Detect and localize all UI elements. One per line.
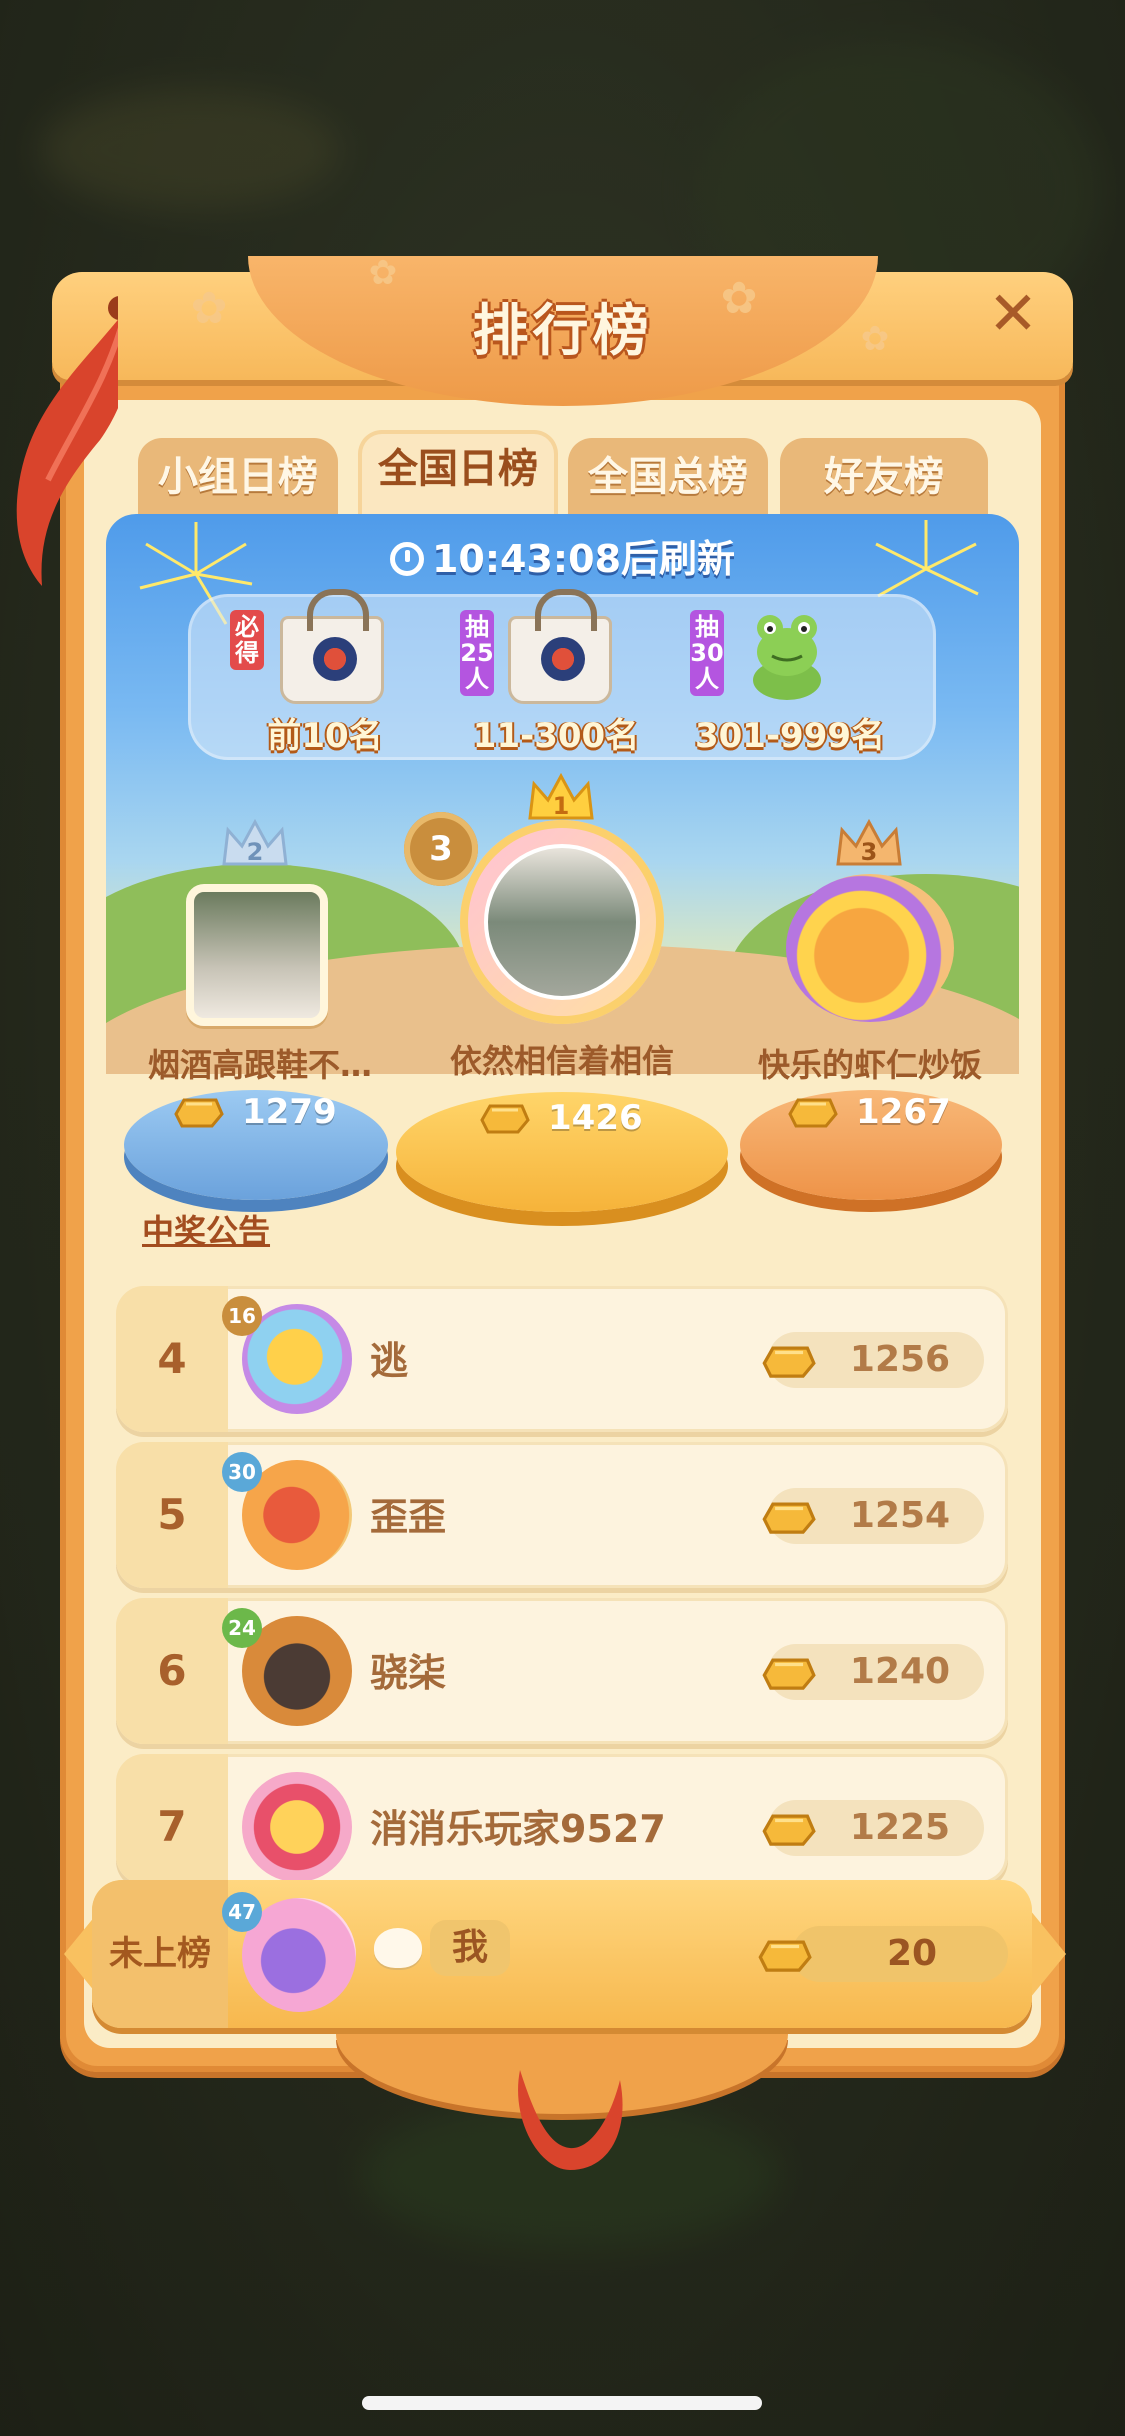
player-score: 1256 xyxy=(849,1339,951,1380)
tab-national-daily[interactable]: 全国日榜 xyxy=(358,430,558,522)
table-row[interactable]: 6 24 骁柒 1240 xyxy=(116,1598,1008,1744)
player-score: 1254 xyxy=(849,1495,951,1536)
prize-range-3: 301-999名 xyxy=(694,716,886,756)
podium-score-3: 1267 xyxy=(856,1092,951,1132)
level-badge: 30 xyxy=(222,1452,262,1492)
winner-announcement-link[interactable]: 中奖公告 xyxy=(142,1206,270,1252)
avatar[interactable] xyxy=(242,1772,352,1882)
gold-ingot-icon xyxy=(762,1658,816,1690)
home-indicator[interactable] xyxy=(362,2396,762,2410)
level-badge: 16 xyxy=(222,1296,262,1336)
level-badge: 47 xyxy=(222,1892,262,1932)
tab-friends[interactable]: 好友榜 xyxy=(780,438,988,516)
crown-gold-icon: 1 xyxy=(528,772,594,820)
prize-tag-guaranteed: 必得 xyxy=(230,610,264,670)
tote-bag-icon xyxy=(508,589,612,704)
avatar-rank-3[interactable] xyxy=(786,874,954,1022)
my-score: 20 xyxy=(886,1933,938,1974)
podium-score-1: 1426 xyxy=(548,1098,643,1138)
avatar-rank-2[interactable] xyxy=(186,884,328,1026)
rank-number: 7 xyxy=(157,1802,187,1851)
page-title: 排行榜 xyxy=(472,299,653,364)
level-badge: 24 xyxy=(222,1608,262,1648)
refresh-time: 10:43:08 xyxy=(431,537,622,581)
rank-number: 5 xyxy=(157,1490,187,1539)
table-row[interactable]: 4 16 逃 1256 xyxy=(116,1286,1008,1432)
close-icon[interactable]: ✕ xyxy=(982,284,1044,346)
arrow-right-icon xyxy=(1030,1910,1066,1998)
my-rank-status: 未上榜 xyxy=(109,1934,211,1974)
me-tag: 我 xyxy=(430,1920,510,1976)
player-name: 逃 xyxy=(370,1339,409,1383)
tab-group-daily[interactable]: 小组日榜 xyxy=(138,438,338,516)
refresh-suffix: 后刷新 xyxy=(621,537,736,581)
tab-national-total[interactable]: 全国总榜 xyxy=(568,438,768,516)
table-row[interactable]: 5 30 歪歪 1254 xyxy=(116,1442,1008,1588)
rank-number: 6 xyxy=(157,1646,187,1695)
rabbit-icon xyxy=(374,1928,422,1968)
player-name: 骁柒 xyxy=(370,1651,447,1695)
gold-ingot-icon xyxy=(762,1502,816,1534)
crown-silver-icon: 2 xyxy=(222,818,288,866)
player-name: 歪歪 xyxy=(370,1495,447,1539)
my-rank-row[interactable]: 未上榜 47 我 20 xyxy=(92,1880,1032,2028)
crown-place-3: 3 xyxy=(861,838,878,866)
player-score: 1225 xyxy=(849,1807,951,1848)
prize-tag-draw-30: 抽30人 xyxy=(690,610,724,696)
player-score: 1240 xyxy=(849,1651,951,1692)
gold-ingot-icon xyxy=(762,1814,816,1846)
rank-number: 4 xyxy=(157,1334,187,1383)
podium-name-1: 依然相信着相信 xyxy=(449,1042,674,1080)
prize-tag-draw-25: 抽25人 xyxy=(460,610,494,696)
prize-range-2: 11-300名 xyxy=(472,716,640,756)
podium-score-2: 1279 xyxy=(242,1092,337,1132)
crown-bronze-icon: 3 xyxy=(836,818,902,866)
gold-ingot-icon xyxy=(758,1940,812,1972)
tote-bag-icon xyxy=(280,589,384,704)
avatar-rank-1[interactable] xyxy=(484,844,640,1000)
podium-name-2: 烟酒高跟鞋不… xyxy=(147,1046,372,1084)
gold-ingot-icon xyxy=(174,1098,224,1128)
refresh-timer: 10:43:08后刷新 xyxy=(0,528,1125,583)
ribbon-decoration xyxy=(518,2070,623,2170)
clock-icon xyxy=(389,542,424,576)
gold-ingot-icon xyxy=(788,1098,838,1128)
table-row[interactable]: 7 消消乐玩家9527 1225 xyxy=(116,1754,1008,1884)
frog-plush-icon xyxy=(753,615,821,700)
gold-ingot-icon xyxy=(480,1104,530,1134)
crown-place-1: 1 xyxy=(553,792,570,820)
crown-place-2: 2 xyxy=(247,838,264,866)
player-name: 消消乐玩家9527 xyxy=(370,1807,666,1851)
prize-range-1: 前10名 xyxy=(267,716,383,756)
podium-name-3: 快乐的虾仁炒饭 xyxy=(757,1046,982,1084)
level-badge-rank-1: 3 xyxy=(404,812,478,886)
gold-ingot-icon xyxy=(762,1346,816,1378)
